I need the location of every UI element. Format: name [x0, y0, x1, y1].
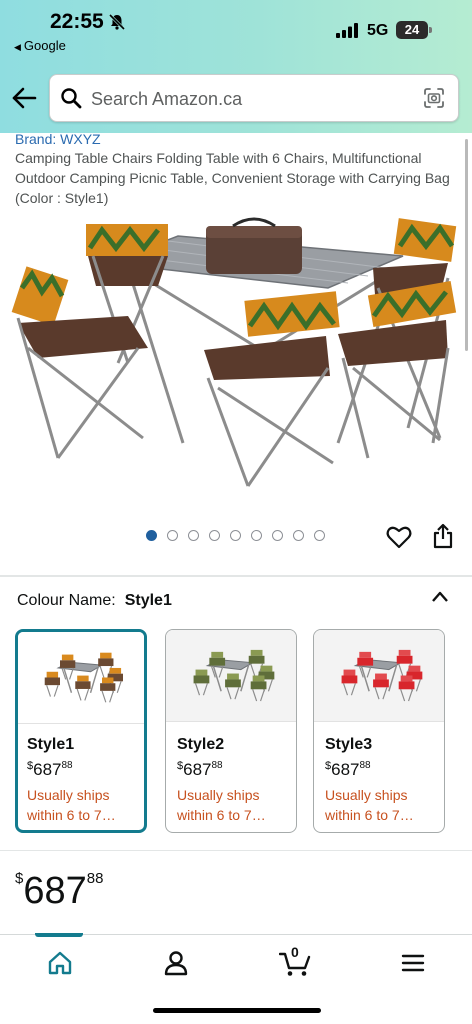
pagination-dot[interactable]: [251, 530, 262, 541]
style-price: $68788: [177, 760, 223, 779]
divider: [0, 575, 472, 577]
camera-search-icon[interactable]: [422, 86, 446, 110]
pagination-dot[interactable]: [272, 530, 283, 541]
battery-level: 24: [396, 21, 428, 39]
back-arrow-icon[interactable]: [10, 85, 38, 111]
style-option-style3[interactable]: Style3 $68788 Usually ships within 6 to …: [313, 629, 445, 833]
style-price: $68788: [27, 760, 73, 779]
style-shipping: Usually ships within 6 to 7…: [177, 787, 266, 823]
style-price: $68788: [325, 760, 371, 779]
style-thumb-svg: [341, 649, 423, 702]
status-bar: 22:55 ◀ Google 5G 24: [0, 0, 472, 60]
home-icon[interactable]: [46, 949, 74, 977]
network-type: 5G: [367, 22, 389, 39]
colour-label: Colour Name:: [17, 592, 116, 609]
back-app-label: Google: [23, 38, 66, 53]
style-thumb-svg: [44, 652, 123, 703]
search-icon: [61, 88, 82, 109]
product-price: $68788: [15, 870, 103, 913]
search-placeholder: Search Amazon.ca: [91, 89, 243, 109]
scrollbar[interactable]: [465, 139, 468, 351]
colour-name-row: Colour Name: Style1: [17, 592, 172, 610]
back-to-app-link[interactable]: ◀ Google: [14, 38, 66, 53]
style-option-style2[interactable]: Style2 $68788 Usually ships within 6 to …: [165, 629, 297, 833]
style-option-style1[interactable]: Style1 $68788 Usually ships within 6 to …: [15, 629, 147, 833]
brand-link[interactable]: Brand: WXYZ: [15, 131, 101, 147]
product-image[interactable]: [8, 208, 464, 498]
heart-icon[interactable]: [386, 525, 412, 549]
silent-bell-icon: [108, 13, 126, 31]
chair-front-left: [11, 266, 148, 459]
home-indicator[interactable]: [153, 1008, 321, 1013]
search-input[interactable]: Search Amazon.ca: [49, 74, 459, 122]
style-thumbnail: [18, 632, 144, 724]
style-name: Style3: [325, 736, 373, 753]
menu-icon[interactable]: [399, 949, 427, 977]
colour-value: Style1: [124, 592, 172, 609]
price-fraction: 88: [86, 870, 104, 887]
style-name: Style1: [27, 736, 75, 753]
chevron-up-icon[interactable]: [431, 590, 449, 604]
style-shipping: Usually ships within 6 to 7…: [325, 787, 414, 823]
style-name: Style2: [177, 736, 225, 753]
battery-icon: 24: [396, 21, 432, 39]
signal-icon: [336, 23, 358, 38]
cart-count-badge: 0: [291, 944, 299, 960]
pagination-dot[interactable]: [209, 530, 220, 541]
status-time: 22:55: [50, 10, 104, 33]
pagination-dot[interactable]: [167, 530, 178, 541]
chair-front-center: [204, 291, 340, 487]
pagination-dot[interactable]: [188, 530, 199, 541]
image-pagination[interactable]: [146, 530, 325, 542]
style-thumbnail: [166, 630, 296, 722]
share-icon[interactable]: [432, 523, 454, 549]
active-tab-indicator: [35, 933, 83, 937]
pagination-dot[interactable]: [314, 530, 325, 541]
product-title: Camping Table Chairs Folding Table with …: [15, 150, 450, 206]
pagination-dot[interactable]: [230, 530, 241, 541]
pagination-dot[interactable]: [146, 530, 157, 541]
style-shipping: Usually ships within 6 to 7…: [27, 787, 116, 823]
pagination-dot[interactable]: [293, 530, 304, 541]
divider: [0, 850, 472, 851]
header-area: 22:55 ◀ Google 5G 24 Search Amazon.ca: [0, 0, 472, 133]
account-icon[interactable]: [162, 949, 190, 977]
price-whole: 687: [23, 870, 87, 912]
style-thumb-svg: [193, 649, 275, 702]
style-thumbnail: [314, 630, 444, 722]
